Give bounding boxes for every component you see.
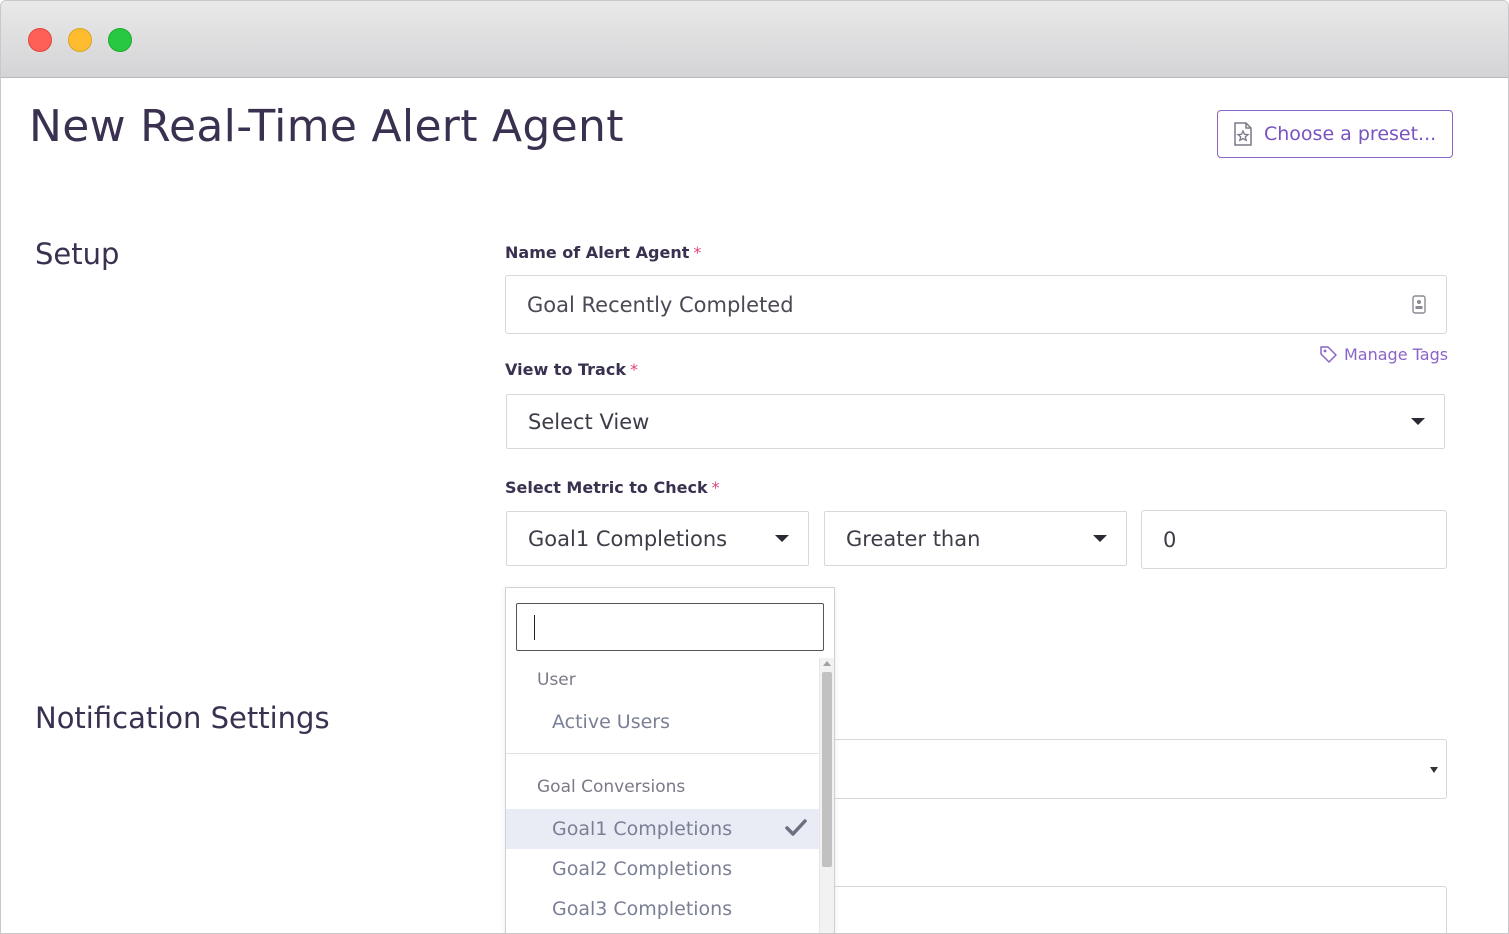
- dropdown-item-active-users[interactable]: Active Users: [506, 702, 819, 742]
- dropdown-list: User Active Users Goal Conversions Goal1…: [506, 658, 819, 933]
- dropdown-item-label: Goal2 Completions: [552, 858, 733, 880]
- dropdown-item-label: Goal1 Completions: [552, 818, 733, 840]
- manage-tags-link[interactable]: Manage Tags: [1319, 345, 1448, 364]
- required-mark: *: [693, 243, 702, 262]
- view-select-value: Select View: [528, 409, 650, 434]
- scrollbar-thumb[interactable]: [822, 672, 832, 867]
- setup-section-title: Setup: [35, 237, 120, 271]
- minimize-window-button[interactable]: [68, 28, 92, 52]
- notification-input[interactable]: [761, 886, 1447, 933]
- dropdown-item-label: Active Users: [552, 711, 671, 733]
- metric-field-label: Select Metric to Check *: [505, 478, 720, 497]
- name-field-label: Name of Alert Agent *: [505, 243, 701, 262]
- condition-select[interactable]: Greater than: [824, 511, 1127, 566]
- alert-name-value: Goal Recently Completed: [527, 292, 794, 317]
- document-star-icon: [1234, 122, 1252, 146]
- app-window: New Real-Time Alert Agent Choose a prese…: [0, 0, 1509, 934]
- metric-label-text: Select Metric to Check: [505, 478, 708, 497]
- required-mark: *: [629, 360, 638, 379]
- dropdown-item-goal2[interactable]: Goal2 Completions: [506, 849, 819, 889]
- maximize-window-button[interactable]: [108, 28, 132, 52]
- metric-select[interactable]: Goal1 Completions: [506, 511, 809, 566]
- condition-select-value: Greater than: [846, 526, 981, 551]
- required-mark: *: [711, 478, 720, 497]
- metric-dropdown: User Active Users Goal Conversions Goal1…: [505, 587, 835, 933]
- dropdown-item-goal3[interactable]: Goal3 Completions: [506, 889, 819, 929]
- text-cursor: [534, 615, 535, 640]
- chevron-down-icon: [1093, 535, 1107, 542]
- dropdown-scrollbar[interactable]: [819, 658, 834, 933]
- view-field-label: View to Track *: [505, 360, 638, 379]
- checkmark-icon: [785, 819, 807, 836]
- notification-select[interactable]: [761, 739, 1447, 799]
- alert-name-input[interactable]: Goal Recently Completed: [505, 275, 1447, 334]
- notification-section-title: Notification Settings: [35, 701, 330, 735]
- page-title: New Real-Time Alert Agent: [29, 101, 624, 152]
- chevron-down-icon: [1430, 767, 1438, 773]
- choose-preset-button[interactable]: Choose a preset...: [1217, 110, 1453, 158]
- contact-card-icon: [1412, 295, 1426, 314]
- dropdown-search-input[interactable]: [516, 603, 824, 651]
- dropdown-item-goal1[interactable]: Goal1 Completions: [506, 809, 819, 849]
- choose-preset-label: Choose a preset...: [1264, 123, 1437, 145]
- tag-icon: [1320, 346, 1337, 363]
- title-bar: [1, 1, 1508, 78]
- manage-tags-label: Manage Tags: [1344, 345, 1449, 364]
- view-select[interactable]: Select View: [506, 394, 1445, 449]
- dropdown-group-label: User: [537, 670, 576, 690]
- metric-select-value: Goal1 Completions: [528, 526, 728, 551]
- dropdown-item-label: Goal3 Completions: [552, 898, 733, 920]
- scroll-up-arrow-icon[interactable]: [823, 661, 831, 666]
- view-label-text: View to Track: [505, 360, 626, 379]
- dropdown-separator: [506, 753, 819, 754]
- chevron-down-icon: [775, 535, 789, 542]
- close-window-button[interactable]: [28, 28, 52, 52]
- threshold-value: 0: [1163, 527, 1177, 552]
- name-label-text: Name of Alert Agent: [505, 243, 690, 262]
- chevron-down-icon: [1411, 418, 1425, 425]
- threshold-input[interactable]: 0: [1141, 510, 1447, 569]
- dropdown-group-label: Goal Conversions: [537, 777, 686, 797]
